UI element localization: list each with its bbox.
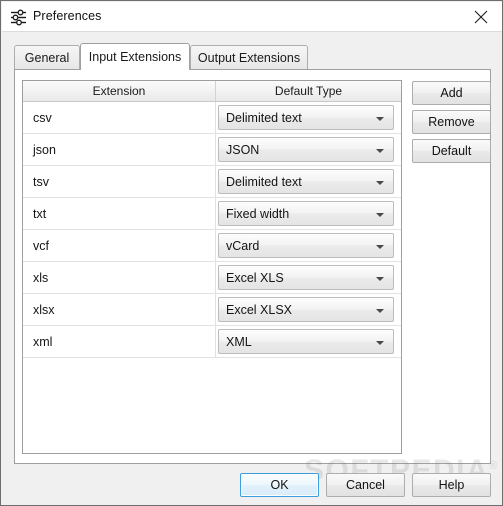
cell-default-type[interactable]: Delimited text <box>218 169 394 194</box>
cell-extension: txt <box>23 198 216 229</box>
button-label: Help <box>438 478 465 492</box>
cell-default-type[interactable]: Excel XLS <box>218 265 394 290</box>
table-header-row: Extension Default Type <box>23 81 401 102</box>
default-type-dropdown[interactable]: Excel XLS <box>218 265 394 290</box>
chevron-down-icon <box>376 309 384 313</box>
default-type-dropdown[interactable]: Delimited text <box>218 169 394 194</box>
window-title: Preferences <box>33 9 102 23</box>
add-button[interactable]: Add <box>412 81 491 105</box>
cell-default-type[interactable]: JSON <box>218 137 394 162</box>
tab-label: Input Extensions <box>88 50 182 64</box>
table-row[interactable]: xml XML <box>23 326 401 358</box>
chevron-down-icon <box>376 277 384 281</box>
chevron-down-icon <box>376 117 384 121</box>
remove-button[interactable]: Remove <box>412 110 491 134</box>
tab-label: Output Extensions <box>197 51 301 65</box>
button-label: Remove <box>428 115 475 129</box>
chevron-down-icon <box>376 149 384 153</box>
dropdown-value: Delimited text <box>226 110 302 125</box>
table-row[interactable]: txt Fixed width <box>23 198 401 230</box>
table-row[interactable]: vcf vCard <box>23 230 401 262</box>
chevron-down-icon <box>376 341 384 345</box>
cell-extension: tsv <box>23 166 216 197</box>
button-label: OK <box>270 478 289 492</box>
dropdown-value: vCard <box>226 238 260 253</box>
cell-default-type[interactable]: Delimited text <box>218 105 394 130</box>
default-type-dropdown[interactable]: Excel XLSX <box>218 297 394 322</box>
chevron-down-icon <box>376 245 384 249</box>
dropdown-value: Delimited text <box>226 174 302 189</box>
default-button[interactable]: Default <box>412 139 491 163</box>
extensions-table[interactable]: Extension Default Type csv Delimited tex… <box>22 80 402 454</box>
title-bar: Preferences <box>2 2 502 32</box>
cell-default-type[interactable]: Fixed width <box>218 201 394 226</box>
tab-input-extensions[interactable]: Input Extensions <box>80 43 190 70</box>
table-row[interactable]: xlsx Excel XLSX <box>23 294 401 326</box>
table-row[interactable]: csv Delimited text <box>23 102 401 134</box>
default-type-dropdown[interactable]: XML <box>218 329 394 354</box>
button-label: Cancel <box>346 478 385 492</box>
column-header-default-type[interactable]: Default Type <box>216 81 401 102</box>
cell-extension: vcf <box>23 230 216 261</box>
dropdown-value: Excel XLS <box>226 270 284 285</box>
cell-extension: json <box>23 134 216 165</box>
ok-button[interactable]: OK <box>240 473 319 497</box>
column-header-extension[interactable]: Extension <box>23 81 216 102</box>
table-row[interactable]: json JSON <box>23 134 401 166</box>
cell-extension: xlsx <box>23 294 216 325</box>
table-row[interactable]: tsv Delimited text <box>23 166 401 198</box>
default-type-dropdown[interactable]: Fixed width <box>218 201 394 226</box>
help-button[interactable]: Help <box>412 473 491 497</box>
cell-extension: xml <box>23 326 216 357</box>
chevron-down-icon <box>376 213 384 217</box>
dropdown-value: Fixed width <box>226 206 290 221</box>
default-type-dropdown[interactable]: Delimited text <box>218 105 394 130</box>
cell-extension: csv <box>23 102 216 133</box>
dropdown-value: Excel XLSX <box>226 302 293 317</box>
tab-label: General <box>24 51 70 65</box>
default-type-dropdown[interactable]: vCard <box>218 233 394 258</box>
dropdown-value: XML <box>226 334 252 349</box>
tab-general[interactable]: General <box>14 45 80 70</box>
cell-extension: xls <box>23 262 216 293</box>
sliders-settings-icon <box>10 9 28 26</box>
cell-default-type[interactable]: Excel XLSX <box>218 297 394 322</box>
cancel-button[interactable]: Cancel <box>326 473 405 497</box>
close-icon[interactable] <box>459 2 502 31</box>
dropdown-value: JSON <box>226 142 260 157</box>
button-label: Default <box>431 144 472 158</box>
button-label: Add <box>440 86 463 100</box>
tab-output-extensions[interactable]: Output Extensions <box>190 45 308 70</box>
default-type-dropdown[interactable]: JSON <box>218 137 394 162</box>
tab-content-panel: Extension Default Type csv Delimited tex… <box>14 69 491 464</box>
cell-default-type[interactable]: XML <box>218 329 394 354</box>
chevron-down-icon <box>376 181 384 185</box>
preferences-dialog: Preferences General Input Extensions Out… <box>0 0 503 506</box>
cell-default-type[interactable]: vCard <box>218 233 394 258</box>
table-row[interactable]: xls Excel XLS <box>23 262 401 294</box>
